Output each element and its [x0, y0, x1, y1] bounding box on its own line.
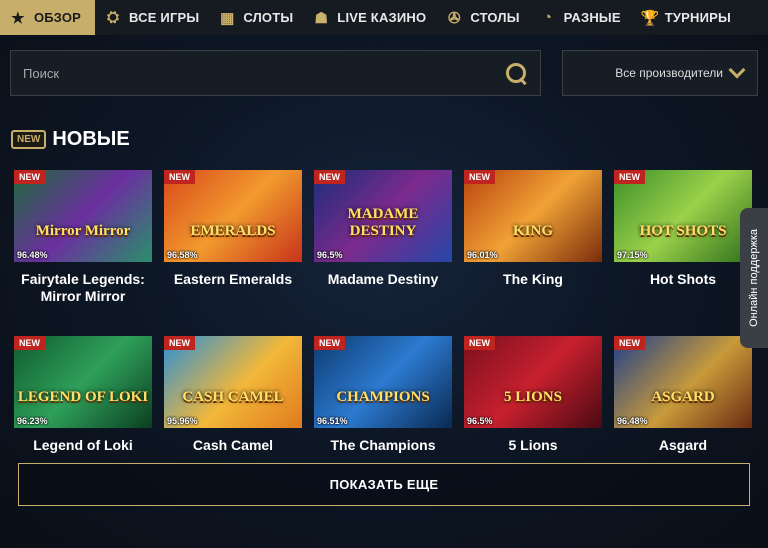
game-title[interactable]: Fairytale Legends: Mirror Mirror — [14, 271, 152, 305]
rtp-label: 96.5% — [317, 250, 343, 260]
show-more-button[interactable]: ПОКАЗАТЬ ЕЩЕ — [18, 463, 750, 506]
game-card[interactable]: EMERALDS NEW 96.58% Eastern Emeralds — [164, 170, 302, 288]
nav-item-1[interactable]: ⛭ ВСЕ ИГРЫ — [95, 0, 209, 35]
game-card[interactable]: LEGEND OF LOKI NEW 96.23% Legend of Loki — [14, 336, 152, 454]
roulette-icon: ✇ — [447, 9, 461, 27]
nav-item-label: ВСЕ ИГРЫ — [129, 10, 200, 25]
game-title[interactable]: The Champions — [314, 437, 452, 454]
new-ribbon: NEW — [164, 170, 195, 184]
rtp-label: 95.96% — [167, 416, 198, 426]
game-title[interactable]: Legend of Loki — [14, 437, 152, 454]
slot-machine-icon: ▦ — [220, 9, 235, 27]
search-input[interactable] — [23, 65, 504, 81]
game-card[interactable]: CASH CAMEL NEW 95.96% Cash Camel — [164, 336, 302, 454]
game-logo: MADAME DESTINY — [347, 206, 419, 239]
game-thumbnail[interactable]: EMERALDS NEW 96.58% — [164, 170, 302, 262]
new-ribbon: NEW — [614, 336, 645, 350]
rtp-label: 96.48% — [17, 250, 48, 260]
search-box — [10, 50, 541, 96]
game-card[interactable]: CHAMPIONS NEW 96.51% The Champions — [314, 336, 452, 454]
online-support-tab[interactable]: Онлайн поддержка — [740, 208, 768, 348]
game-thumbnail[interactable]: HOT SHOTS NEW 97.15% — [614, 170, 752, 262]
game-title[interactable]: Cash Camel — [164, 437, 302, 454]
game-logo: LEGEND OF LOKI — [17, 389, 149, 405]
game-logo: CHAMPIONS — [336, 389, 430, 405]
section-header: NEW НОВЫЕ — [11, 128, 130, 151]
dial-icon: ◔ — [543, 9, 553, 26]
nav-item-0[interactable]: ★ ОБЗОР — [0, 0, 96, 35]
game-thumbnail[interactable]: KING NEW 96.01% — [464, 170, 602, 262]
nav-item-label: ОБЗОР — [34, 10, 82, 25]
nav-item-label: РАЗНЫЕ — [563, 10, 621, 25]
nav-item-5[interactable]: ◔ РАЗНЫЕ — [530, 0, 631, 35]
rtp-label: 96.58% — [167, 250, 198, 260]
section-title: НОВЫЕ — [52, 128, 130, 150]
game-card[interactable]: Mirror Mirror NEW 96.48% Fairytale Legends:… — [14, 170, 152, 305]
new-ribbon: NEW — [614, 170, 645, 184]
nav-item-label: СЛОТЫ — [243, 10, 294, 25]
nav-item-label: СТОЛЫ — [470, 10, 520, 25]
nav-item-4[interactable]: ✇ СТОЛЫ — [436, 0, 529, 35]
game-title[interactable]: The King — [464, 271, 602, 288]
rtp-label: 96.48% — [617, 416, 648, 426]
rtp-label: 96.23% — [17, 416, 48, 426]
nav-item-6[interactable]: 🏆 ТУРНИРЫ — [631, 0, 741, 35]
game-card[interactable]: HOT SHOTS NEW 97.15% Hot Shots — [614, 170, 752, 288]
nav-item-2[interactable]: ▦ СЛОТЫ — [209, 0, 303, 35]
trophy-icon: 🏆 — [640, 9, 660, 27]
game-thumbnail[interactable]: CHAMPIONS NEW 96.51% — [314, 336, 452, 428]
game-thumbnail[interactable]: ASGARD NEW 96.48% — [614, 336, 752, 428]
new-ribbon: NEW — [14, 170, 45, 184]
new-ribbon: NEW — [464, 336, 495, 350]
top-navigation: ★ ОБЗОР ⛭ ВСЕ ИГРЫ ▦ СЛОТЫ ☗ LIVE КАЗИНО ✇ СТОЛЫ ◔… — [0, 0, 768, 35]
game-card[interactable]: 5 LIONS NEW 96.5% 5 Lions — [464, 336, 602, 454]
game-logo: KING — [512, 223, 553, 239]
rtp-label: 96.51% — [317, 416, 348, 426]
game-logo: EMERALDS — [190, 223, 276, 239]
game-title[interactable]: Eastern Emeralds — [164, 271, 302, 288]
game-title[interactable]: Madame Destiny — [314, 271, 452, 288]
game-thumbnail[interactable]: CASH CAMEL NEW 95.96% — [164, 336, 302, 428]
game-title[interactable]: Hot Shots — [614, 271, 752, 288]
chip-icon: ⛭ — [106, 9, 120, 26]
game-logo: Mirror Mirror — [35, 223, 131, 239]
providers-label: Все производители — [615, 66, 723, 80]
game-logo: 5 LIONS — [504, 389, 562, 405]
new-ribbon: NEW — [314, 170, 345, 184]
rtp-label: 96.5% — [467, 416, 493, 426]
providers-dropdown[interactable]: Все производители — [562, 50, 758, 96]
nav-item-label: LIVE КАЗИНО — [337, 10, 427, 25]
game-card[interactable]: KING NEW 96.01% The King — [464, 170, 602, 288]
rtp-label: 97.15% — [617, 250, 648, 260]
game-thumbnail[interactable]: 5 LIONS NEW 96.5% — [464, 336, 602, 428]
nav-item-label: ТУРНИРЫ — [664, 10, 731, 25]
support-label: Онлайн поддержка — [748, 229, 760, 327]
star-icon: ★ — [11, 9, 25, 27]
game-logo: HOT SHOTS — [639, 223, 727, 239]
new-ribbon: NEW — [464, 170, 495, 184]
game-card[interactable]: ASGARD NEW 96.48% Asgard — [614, 336, 752, 454]
game-thumbnail[interactable]: Mirror Mirror NEW 96.48% — [14, 170, 152, 262]
dealer-icon: ☗ — [314, 9, 329, 27]
nav-item-3[interactable]: ☗ LIVE КАЗИНО — [303, 0, 436, 35]
new-ribbon: NEW — [164, 336, 195, 350]
game-thumbnail[interactable]: MADAME DESTINY NEW 96.5% — [314, 170, 452, 262]
new-ribbon: NEW — [14, 336, 45, 350]
new-ribbon: NEW — [314, 336, 345, 350]
game-logo: ASGARD — [651, 389, 715, 405]
game-card[interactable]: MADAME DESTINY NEW 96.5% Madame Destiny — [314, 170, 452, 288]
game-title[interactable]: 5 Lions — [464, 437, 602, 454]
game-thumbnail[interactable]: LEGEND OF LOKI NEW 96.23% — [14, 336, 152, 428]
chevron-down-icon — [728, 61, 746, 79]
game-title[interactable]: Asgard — [614, 437, 752, 454]
rtp-label: 96.01% — [467, 250, 498, 260]
game-logo: CASH CAMEL — [182, 389, 284, 405]
search-icon[interactable] — [504, 61, 528, 85]
new-badge: NEW — [11, 130, 47, 149]
